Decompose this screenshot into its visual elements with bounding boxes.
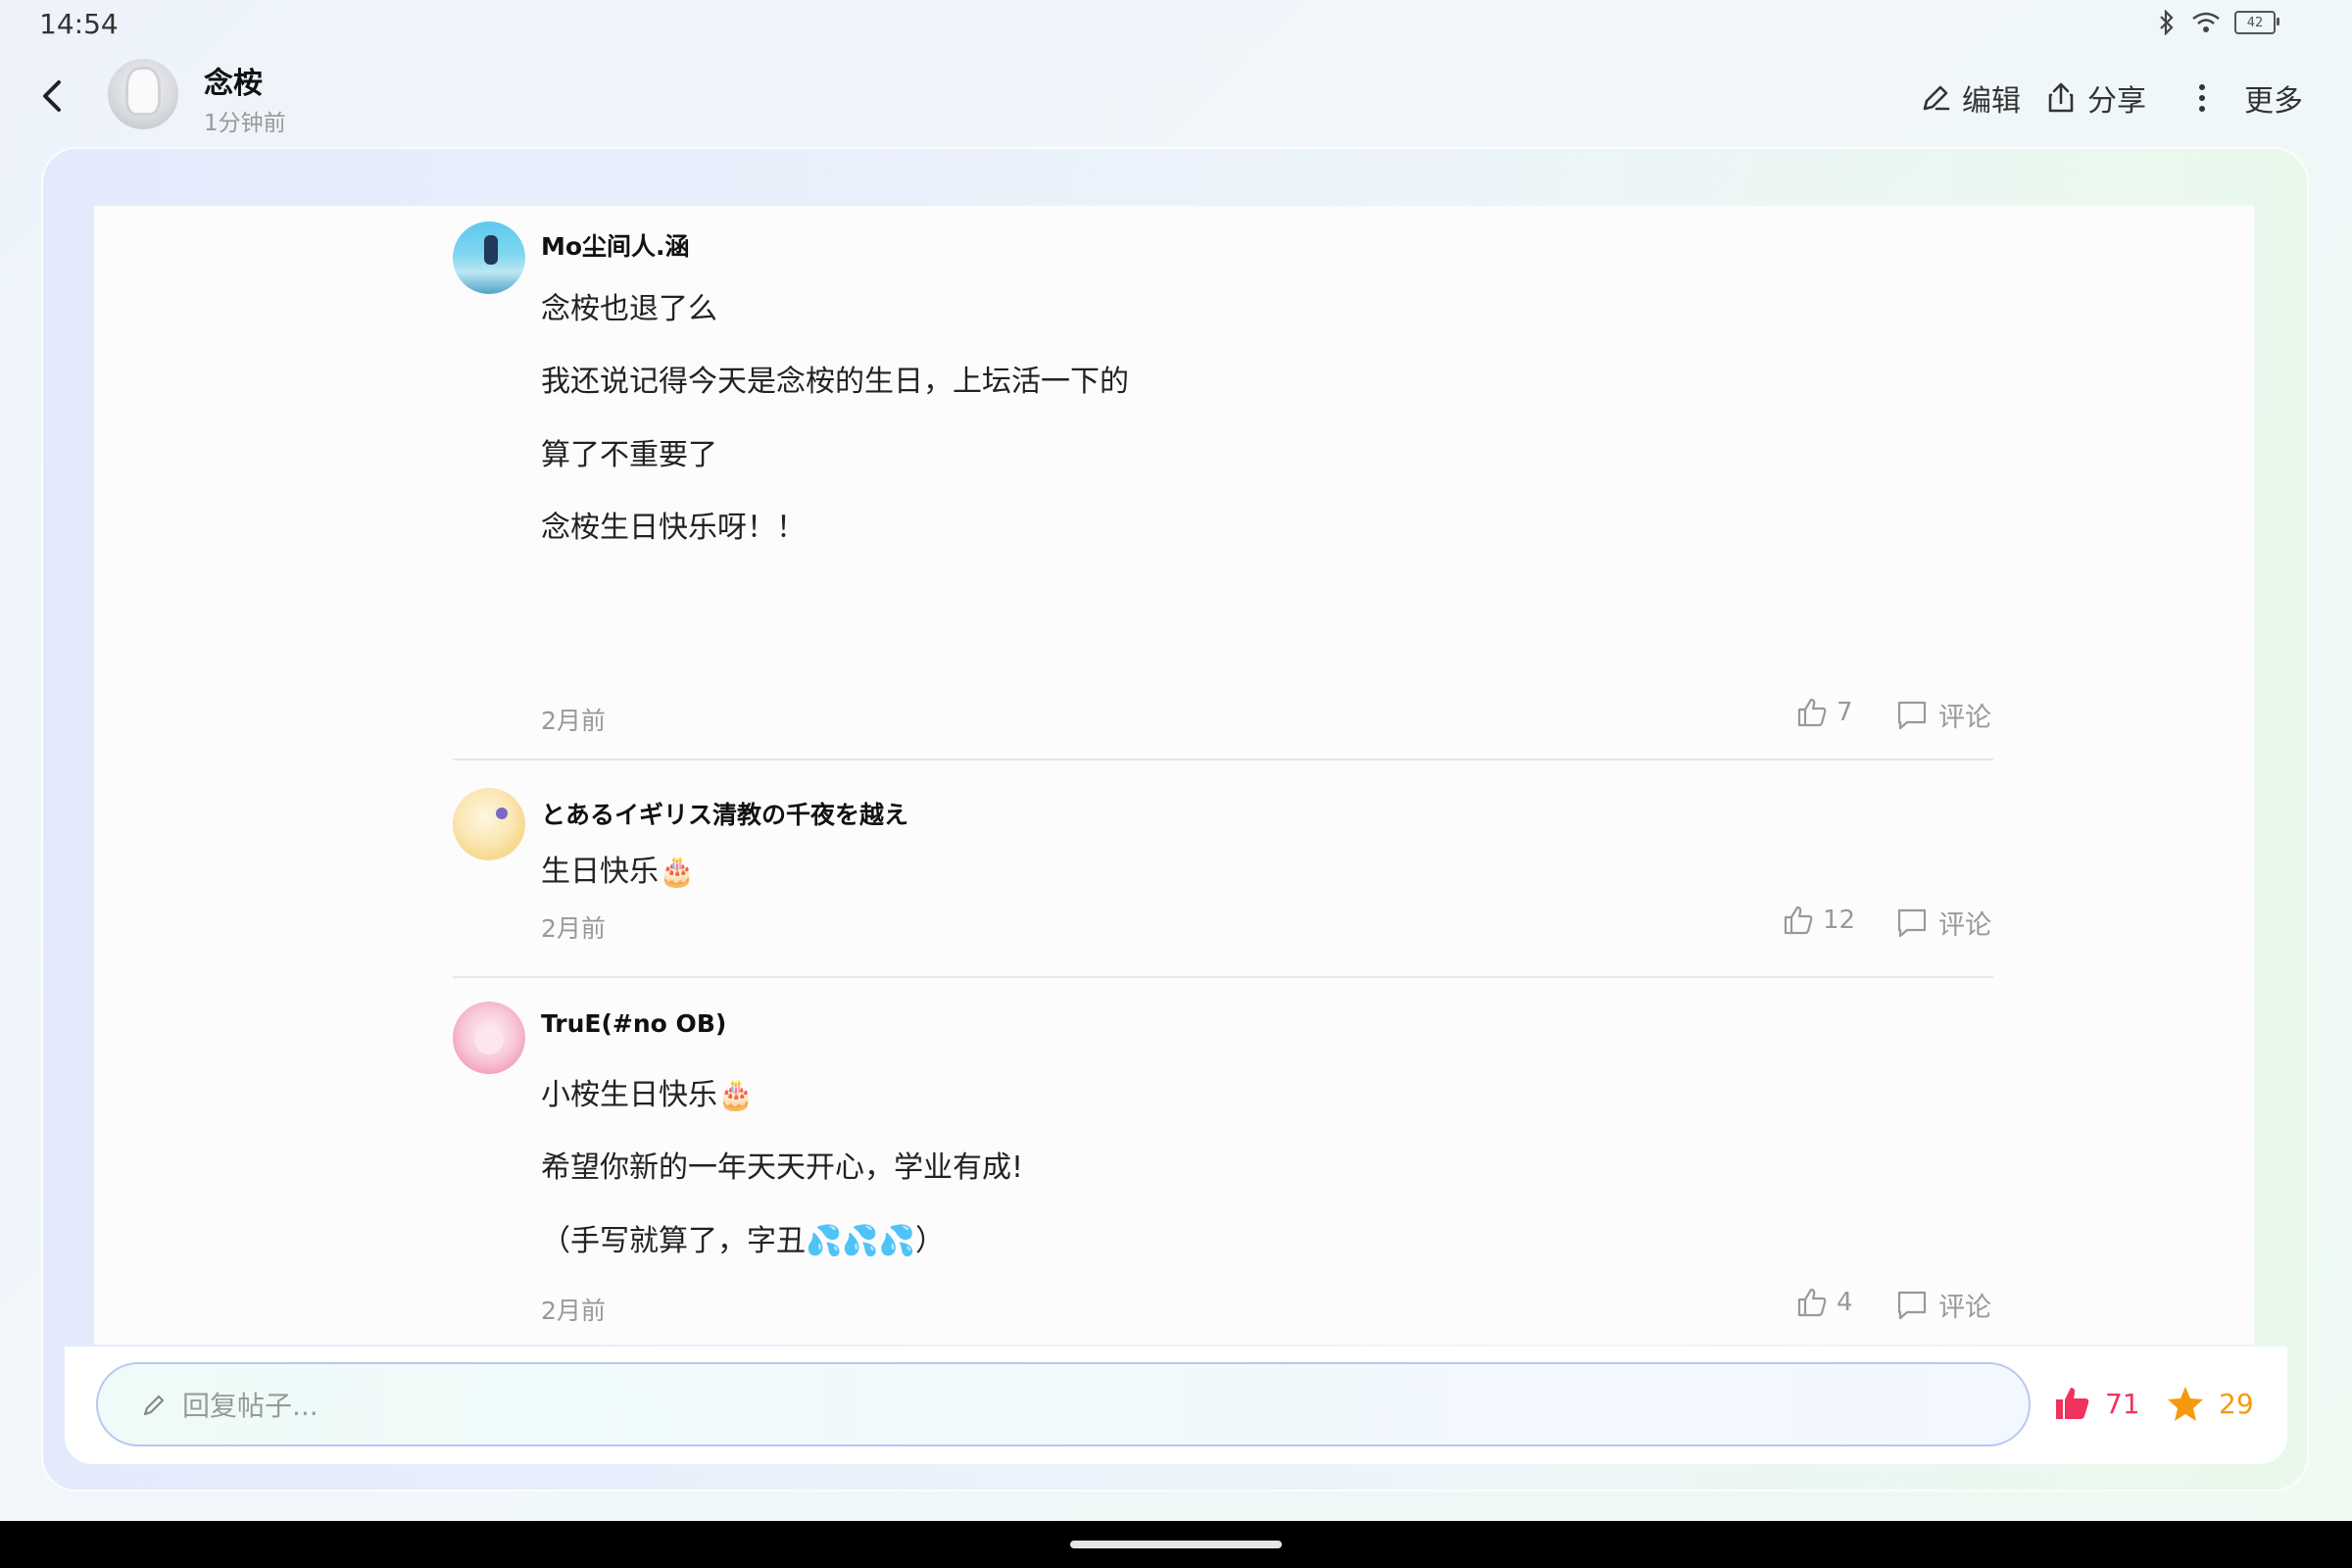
- more-button[interactable]: 更多: [2185, 76, 2303, 120]
- share-label: 分享: [2087, 84, 2146, 119]
- battery-icon: 42: [2234, 11, 2279, 34]
- reply-label: 评论: [1938, 1293, 1991, 1323]
- pencil-icon: [1923, 85, 1950, 111]
- comment-text: 小桉生日快乐🎂: [541, 1078, 755, 1112]
- post-time: 1分钟前: [204, 111, 286, 136]
- author-avatar[interactable]: [108, 59, 178, 129]
- reply-input[interactable]: 回复帖子...: [96, 1362, 2031, 1446]
- post-header: 念桉 1分钟前 编辑 分享 更多: [0, 49, 2352, 147]
- share-button[interactable]: 分享: [2044, 76, 2146, 120]
- status-bar: 14:54 42: [0, 0, 2352, 49]
- divider: [453, 759, 1993, 760]
- comments-list[interactable]: Mo尘间人.涵 念桉也退了么 我还说记得今天是念桉的生日，上坛活一下的 算了不重…: [94, 206, 2254, 1345]
- like-count: 7: [1837, 698, 1853, 727]
- reply-button[interactable]: 评论: [1895, 904, 1991, 942]
- comment-bubble-icon: [1897, 908, 1927, 937]
- like-button[interactable]: 12: [1782, 904, 1855, 937]
- favorite-button[interactable]: 29: [2166, 1384, 2254, 1423]
- more-label: 更多: [2244, 84, 2303, 119]
- favorite-count: 29: [2219, 1387, 2254, 1420]
- reply-bar: 回复帖子... 71 29: [65, 1347, 2287, 1464]
- comment-text: （手写就算了，字丑💦💦💦）: [541, 1224, 946, 1258]
- like-button[interactable]: 4: [1795, 1286, 1853, 1319]
- header-actions: 编辑 分享 更多: [1919, 76, 2303, 120]
- comment-text: 念桉生日快乐呀！！: [541, 511, 806, 545]
- thumbs-up-icon: [1797, 698, 1827, 727]
- status-time: 14:54: [39, 8, 119, 40]
- reply-button[interactable]: 评论: [1895, 696, 1991, 734]
- like-count: 4: [1837, 1288, 1853, 1317]
- commenter-avatar[interactable]: [453, 788, 525, 860]
- thumbs-up-icon: [1797, 1288, 1827, 1317]
- star-icon: [2168, 1387, 2203, 1421]
- commenter-avatar[interactable]: [453, 1002, 525, 1074]
- reply-label: 评论: [1938, 703, 1991, 733]
- comment-text: 念桉也退了么: [541, 292, 717, 326]
- comment-text: 算了不重要了: [541, 438, 717, 472]
- comment-time: 2月前: [541, 707, 606, 735]
- share-icon: [2048, 82, 2074, 113]
- system-nav-bar: [0, 1521, 2352, 1568]
- comment-time: 2月前: [541, 1297, 606, 1325]
- bluetooth-icon: [2160, 10, 2174, 35]
- more-vertical-icon: [2199, 84, 2205, 112]
- post-like-count: 71: [2105, 1387, 2140, 1420]
- pencil-icon: [143, 1395, 165, 1416]
- like-button[interactable]: 7: [1795, 696, 1853, 729]
- home-indicator[interactable]: [1070, 1541, 1282, 1548]
- wifi-icon: [2192, 12, 2220, 32]
- author-name[interactable]: 念桉: [204, 59, 263, 102]
- thumbs-up-icon: [1784, 906, 1813, 935]
- system-icons: 42: [2156, 10, 2279, 35]
- thumbs-up-filled-icon: [2056, 1388, 2089, 1419]
- comment-time: 2月前: [541, 914, 606, 943]
- divider: [453, 976, 1993, 978]
- battery-level: 42: [2246, 15, 2264, 30]
- edit-button[interactable]: 编辑: [1919, 76, 2021, 120]
- edit-label: 编辑: [1962, 84, 2021, 119]
- reply-placeholder: 回复帖子...: [182, 1390, 318, 1422]
- comment-bubble-icon: [1897, 701, 1927, 729]
- back-arrow-icon[interactable]: [33, 76, 73, 116]
- comment-bubble-icon: [1897, 1291, 1927, 1319]
- reply-button[interactable]: 评论: [1895, 1286, 1991, 1324]
- reply-label: 评论: [1938, 910, 1991, 941]
- comment-text: 生日快乐🎂: [541, 855, 696, 889]
- like-count: 12: [1823, 906, 1856, 935]
- commenter-name[interactable]: TruE(#no OB): [541, 1009, 726, 1038]
- post-like-button[interactable]: 71: [2052, 1384, 2140, 1423]
- commenter-avatar[interactable]: [453, 221, 525, 294]
- comment-text: 我还说记得今天是念桉的生日，上坛活一下的: [541, 365, 1129, 399]
- commenter-name[interactable]: Mo尘间人.涵: [541, 227, 690, 263]
- comment-text: 希望你新的一年天天开心，学业有成!: [541, 1151, 1024, 1185]
- commenter-name[interactable]: とあるイギリス清教の千夜を越え: [541, 796, 908, 831]
